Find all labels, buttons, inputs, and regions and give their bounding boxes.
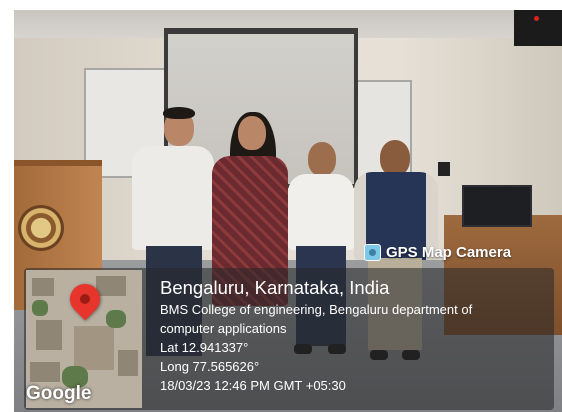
wall-speaker	[514, 10, 562, 46]
camera-tripod	[438, 162, 450, 176]
longitude: Long 77.565626°	[160, 359, 260, 374]
location-title: Bengaluru, Karnataka, India	[160, 277, 390, 298]
latitude: Lat 12.941337°	[160, 340, 249, 355]
college-emblem	[18, 205, 64, 251]
speaker-led	[534, 16, 539, 21]
gps-camera-label: GPS Map Camera	[364, 240, 511, 264]
map-camera-icon	[364, 243, 381, 261]
datetime: 18/03/23 12:46 PM GMT +05:30	[160, 378, 346, 393]
map-watermark: Google	[26, 383, 92, 404]
location-info: Bengaluru, Karnataka, India BMS College …	[160, 276, 472, 395]
gps-camera-text: GPS Map Camera	[386, 243, 512, 261]
desk-monitor	[462, 185, 532, 227]
address-line-1: BMS College of engineering, Bengaluru de…	[160, 302, 473, 317]
address-line-2: computer applications	[160, 321, 287, 336]
